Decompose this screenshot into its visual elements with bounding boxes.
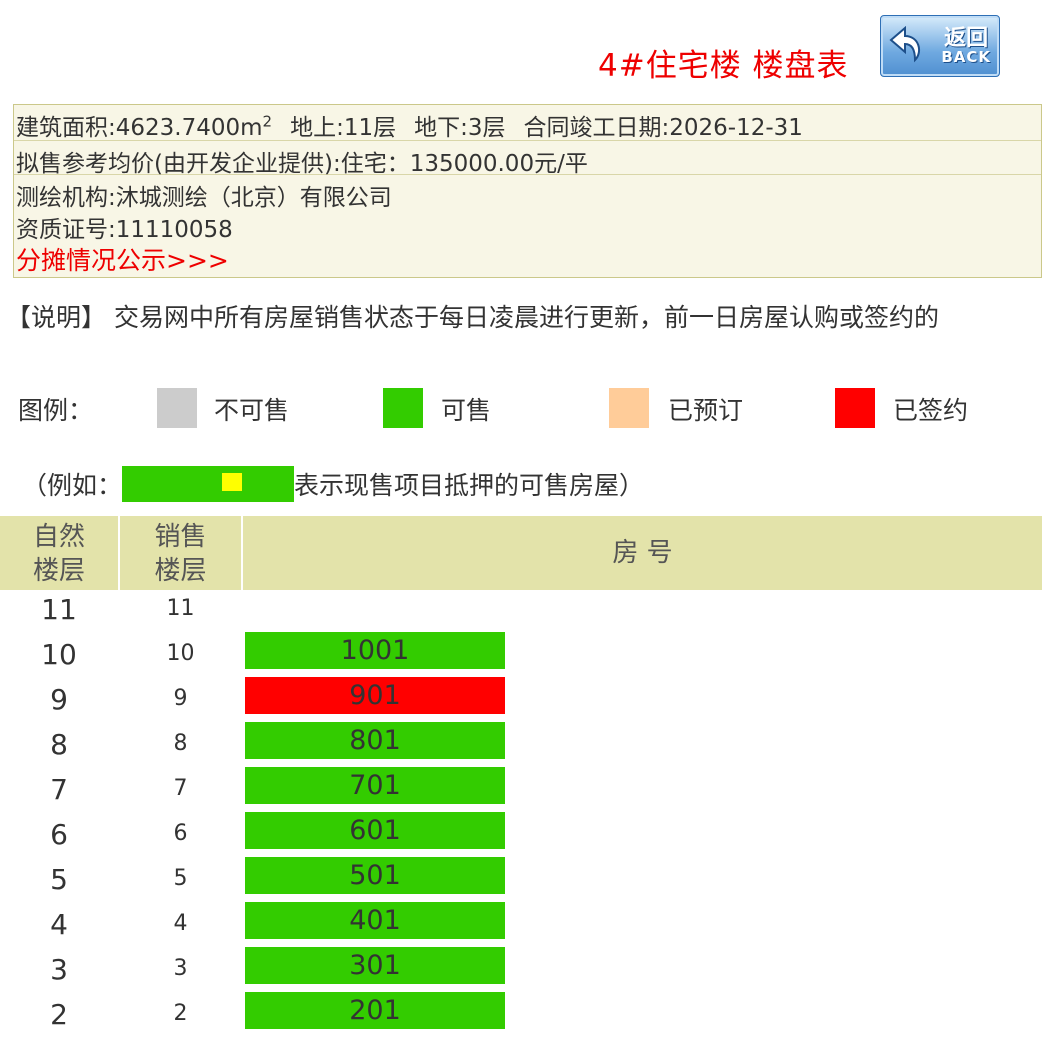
below-floors: 地下:3层 [414, 115, 506, 141]
table-row: 4 4 401 [0, 902, 1042, 947]
natural-floor: 8 [50, 728, 68, 761]
natural-floor: 6 [50, 818, 68, 851]
table-row: 9 9 901 [0, 677, 1042, 722]
sale-floor: 10 [166, 641, 195, 666]
sale-floor: 2 [173, 1001, 188, 1026]
legend-label: 图例： [18, 396, 94, 425]
legend-text-reserved: 已预订 [668, 396, 744, 425]
example-prefix: （例如： [22, 471, 123, 500]
table-header: 自然 楼层 销售 楼层 房 号 [0, 516, 1042, 590]
example-swatch [122, 466, 295, 502]
mortgage-example: （例如： 表示现售项目抵押的可售房屋） [22, 466, 644, 502]
table-row: 6 6 601 [0, 812, 1042, 857]
floor-table-body: 11 11 10 10 1001 9 9 901 8 8 801 7 7 701… [0, 590, 1042, 1037]
legend: 图例： 不可售 可售 已预订 已签约 [0, 385, 1042, 431]
unit-901[interactable]: 901 [245, 677, 505, 714]
sale-floor: 5 [173, 866, 188, 891]
natural-floor: 4 [50, 908, 68, 941]
unit-601[interactable]: 601 [245, 812, 505, 849]
header-sale-floor: 销售 楼层 [120, 516, 241, 590]
legend-swatch-unavailable [157, 388, 197, 428]
unit-801[interactable]: 801 [245, 722, 505, 759]
unit-701[interactable]: 701 [245, 767, 505, 804]
building-info-panel: 建筑面积:4623.7400m2 地上:11层 地下:3层 合同竣工日期:2026-1… [13, 104, 1042, 278]
natural-floor: 2 [50, 998, 68, 1031]
natural-floor: 5 [50, 863, 68, 896]
info-row-basic: 建筑面积:4623.7400m2 地上:11层 地下:3层 合同竣工日期:2026-1… [14, 105, 1041, 141]
header-unit-number: 房 号 [612, 538, 673, 568]
table-row: 5 5 501 [0, 857, 1042, 902]
table-row: 10 10 1001 [0, 632, 1042, 677]
sale-floor: 6 [173, 821, 188, 846]
header-natural-floor: 自然 楼层 [0, 516, 118, 590]
sale-floor: 11 [166, 596, 195, 621]
example-suffix: 表示现售项目抵押的可售房屋） [294, 471, 645, 500]
info-row-cert: 资质证号:11110058 [16, 217, 233, 243]
unit-301[interactable]: 301 [245, 947, 505, 984]
legend-text-available: 可售 [441, 396, 492, 425]
legend-swatch-available [383, 388, 423, 428]
natural-floor: 3 [50, 953, 68, 986]
unit-401[interactable]: 401 [245, 902, 505, 939]
natural-floor: 7 [50, 773, 68, 806]
back-label-en: BACK [941, 47, 991, 66]
above-floors: 地上:11层 [290, 115, 397, 141]
back-arrow-icon [889, 25, 923, 70]
legend-text-unavailable: 不可售 [214, 396, 290, 425]
table-row: 7 7 701 [0, 767, 1042, 812]
info-row-agency: 测绘机构:沐城测绘（北京）有限公司 [16, 185, 392, 211]
sale-floor: 9 [173, 686, 188, 711]
completion-date: 合同竣工日期:2026-12-31 [523, 115, 803, 141]
header-sale-floor-line1: 销售 [154, 522, 207, 552]
note-text: 【说明】 交易网中所有房屋销售状态于每日凌晨进行更新，前一日房屋认购或签约的 [6, 303, 939, 332]
header-natural-floor-line2: 楼层 [32, 556, 85, 586]
example-mortgage-marker [222, 473, 243, 491]
header-natural-floor-line1: 自然 [32, 522, 85, 552]
back-label-cn: 返回 [944, 25, 989, 51]
back-button[interactable]: 返回 BACK [880, 15, 1000, 77]
unit-501[interactable]: 501 [245, 857, 505, 894]
natural-floor: 10 [41, 638, 77, 671]
area-sup: 2 [262, 112, 273, 131]
sale-floor: 8 [173, 731, 188, 756]
natural-floor: 9 [50, 683, 68, 716]
table-row: 2 2 201 [0, 992, 1042, 1037]
legend-text-signed: 已签约 [893, 396, 969, 425]
header-sale-floor-line2: 楼层 [154, 556, 207, 586]
unit-1001[interactable]: 1001 [245, 632, 505, 669]
sale-floor: 4 [173, 911, 188, 936]
table-row: 3 3 301 [0, 947, 1042, 992]
table-row: 8 8 801 [0, 722, 1042, 767]
area-text: 建筑面积:4623.7400m [16, 115, 263, 141]
unit-201[interactable]: 201 [245, 992, 505, 1029]
page-title: 4#住宅楼 楼盘表 [598, 48, 849, 84]
sale-floor: 7 [173, 776, 188, 801]
back-label: 返回 BACK [941, 25, 991, 66]
sale-floor: 3 [173, 956, 188, 981]
share-info-link[interactable]: 分摊情况公示>>> [14, 239, 1041, 277]
info-row-price: 拟售参考均价(由开发企业提供):住宅：135000.00元/平 [14, 141, 1041, 177]
legend-swatch-reserved [609, 388, 649, 428]
legend-swatch-signed [835, 388, 875, 428]
table-row: 11 11 [0, 590, 1042, 632]
natural-floor: 11 [41, 593, 77, 626]
